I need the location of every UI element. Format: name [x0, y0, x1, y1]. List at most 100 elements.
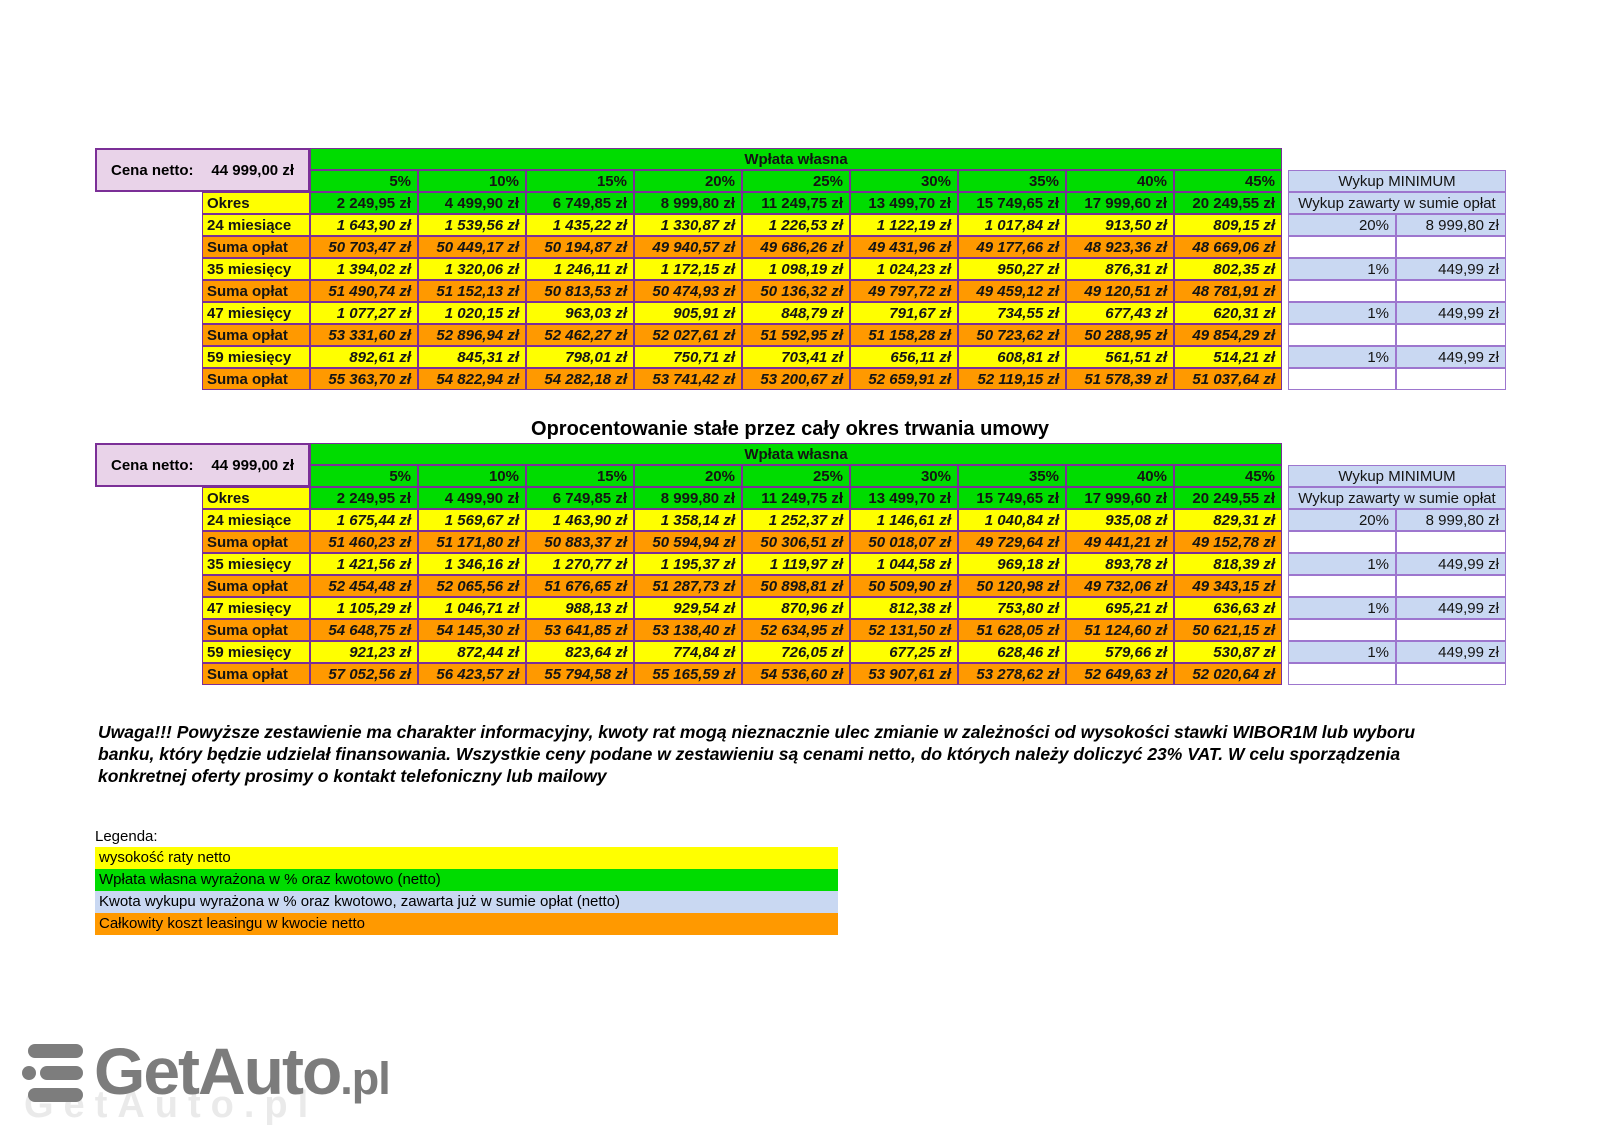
- wykup-amount-cell: 8 999,80 zł: [1396, 214, 1506, 236]
- sum-value-cell: 55 363,70 zł: [310, 368, 418, 390]
- rate-value-cell: 1 105,29 zł: [310, 597, 418, 619]
- rates-grid: Wpłata własna5%10%15%20%25%30%35%40%45%O…: [202, 443, 1282, 685]
- okres-value-cell: 4 499,90 zł: [418, 192, 526, 214]
- sum-value-cell: 50 449,17 zł: [418, 236, 526, 258]
- legend-item-totalcost: Całkowity koszt leasingu w kwocie netto: [95, 913, 838, 935]
- rate-value-cell: 969,18 zł: [958, 553, 1066, 575]
- rate-value-cell: 1 246,11 zł: [526, 258, 634, 280]
- row-label: 24 miesiące: [202, 509, 310, 531]
- rate-value-cell: 893,78 zł: [1066, 553, 1174, 575]
- percent-header-cell: 10%: [418, 465, 526, 487]
- sum-value-cell: 49 177,66 zł: [958, 236, 1066, 258]
- sum-value-cell: 53 641,85 zł: [526, 619, 634, 641]
- rate-value-cell: 1 172,15 zł: [634, 258, 742, 280]
- rate-value-cell: 734,55 zł: [958, 302, 1066, 324]
- percent-header-cell: 40%: [1066, 170, 1174, 192]
- wykup-pct-cell: 1%: [1288, 553, 1396, 575]
- fixed-rate-title: Oprocentowanie stałe przez cały okres tr…: [0, 418, 1580, 441]
- wykup-pct-cell: 1%: [1288, 641, 1396, 663]
- row-label: Suma opłat: [202, 663, 310, 685]
- percent-header-cell: 35%: [958, 170, 1066, 192]
- rate-value-cell: 1 330,87 zł: [634, 214, 742, 236]
- leasing-offer-page: Cena netto: 44 999,00 zł Wpłata własna5%…: [0, 0, 1600, 1131]
- okres-value-cell: 4 499,90 zł: [418, 487, 526, 509]
- sum-value-cell: 56 423,57 zł: [418, 663, 526, 685]
- rate-value-cell: 1 358,14 zł: [634, 509, 742, 531]
- sum-value-cell: 50 703,47 zł: [310, 236, 418, 258]
- disclaimer-note: Uwaga!!! Powyższe zestawienie ma charakt…: [98, 721, 1473, 787]
- wykup-pct-cell: [1288, 663, 1396, 685]
- rate-value-cell: 1 017,84 zł: [958, 214, 1066, 236]
- rate-value-cell: 677,43 zł: [1066, 302, 1174, 324]
- sum-value-cell: 49 729,64 zł: [958, 531, 1066, 553]
- wykup-amount-cell: [1396, 619, 1506, 641]
- sum-value-cell: 53 907,61 zł: [850, 663, 958, 685]
- sum-value-cell: 50 474,93 zł: [634, 280, 742, 302]
- wykup-amount-cell: 449,99 zł: [1396, 597, 1506, 619]
- rate-value-cell: 876,31 zł: [1066, 258, 1174, 280]
- rate-value-cell: 703,41 zł: [742, 346, 850, 368]
- sum-value-cell: 51 158,28 zł: [850, 324, 958, 346]
- sum-value-cell: 52 634,95 zł: [742, 619, 850, 641]
- getauto-list-icon: [22, 1028, 84, 1102]
- rate-value-cell: 608,81 zł: [958, 346, 1066, 368]
- okres-value-cell: 17 999,60 zł: [1066, 192, 1174, 214]
- sum-value-cell: 53 200,67 zł: [742, 368, 850, 390]
- rate-value-cell: 818,39 zł: [1174, 553, 1282, 575]
- rate-value-cell: 823,64 zł: [526, 641, 634, 663]
- rate-value-cell: 1 346,16 zł: [418, 553, 526, 575]
- wykup-amount-cell: [1396, 663, 1506, 685]
- rate-value-cell: 726,05 zł: [742, 641, 850, 663]
- sum-value-cell: 50 120,98 zł: [958, 575, 1066, 597]
- wykup-subtitle: Wykup zawarty w sumie opłat: [1288, 487, 1506, 509]
- legend-title: Legenda:: [95, 826, 838, 847]
- percent-header-cell: 40%: [1066, 465, 1174, 487]
- rate-value-cell: 1 195,37 zł: [634, 553, 742, 575]
- percent-header-cell: 35%: [958, 465, 1066, 487]
- rate-value-cell: 695,21 zł: [1066, 597, 1174, 619]
- rate-value-cell: 1 044,58 zł: [850, 553, 958, 575]
- sum-value-cell: 50 018,07 zł: [850, 531, 958, 553]
- rate-value-cell: 561,51 zł: [1066, 346, 1174, 368]
- rate-value-cell: 1 675,44 zł: [310, 509, 418, 531]
- rate-value-cell: 750,71 zł: [634, 346, 742, 368]
- sum-value-cell: 49 120,51 zł: [1066, 280, 1174, 302]
- percent-header-cell: 10%: [418, 170, 526, 192]
- rate-value-cell: 620,31 zł: [1174, 302, 1282, 324]
- cena-netto-box: Cena netto: 44 999,00 zł: [95, 148, 310, 192]
- wykup-amount-cell: 449,99 zł: [1396, 553, 1506, 575]
- rate-value-cell: 1 146,61 zł: [850, 509, 958, 531]
- wykup-amount-cell: [1396, 575, 1506, 597]
- wykup-amount-cell: [1396, 236, 1506, 258]
- rate-value-cell: 1 098,19 zł: [742, 258, 850, 280]
- sum-value-cell: 49 686,26 zł: [742, 236, 850, 258]
- rate-value-cell: 845,31 zł: [418, 346, 526, 368]
- rate-value-cell: 950,27 zł: [958, 258, 1066, 280]
- wykup-amount-cell: [1396, 531, 1506, 553]
- wykup-amount-cell: 449,99 zł: [1396, 346, 1506, 368]
- row-label: 59 miesięcy: [202, 346, 310, 368]
- sum-value-cell: 52 131,50 zł: [850, 619, 958, 641]
- sum-value-cell: 53 278,62 zł: [958, 663, 1066, 685]
- wykup-pct-cell: [1288, 236, 1396, 258]
- sum-value-cell: 52 065,56 zł: [418, 575, 526, 597]
- wykup-pct-cell: [1288, 575, 1396, 597]
- row-label: Suma opłat: [202, 619, 310, 641]
- sum-value-cell: 49 459,12 zł: [958, 280, 1066, 302]
- rate-value-cell: 802,35 zł: [1174, 258, 1282, 280]
- sum-value-cell: 49 854,29 zł: [1174, 324, 1282, 346]
- rate-value-cell: 1 643,90 zł: [310, 214, 418, 236]
- sum-value-cell: 52 027,61 zł: [634, 324, 742, 346]
- percent-header-cell: 15%: [526, 465, 634, 487]
- rate-value-cell: 774,84 zł: [634, 641, 742, 663]
- row-label: 35 miesięcy: [202, 553, 310, 575]
- legend: Legenda: wysokość raty netto Wpłata włas…: [95, 826, 838, 935]
- rate-value-cell: 1 252,37 zł: [742, 509, 850, 531]
- percent-header-cell: 5%: [310, 170, 418, 192]
- rate-value-cell: 791,67 zł: [850, 302, 958, 324]
- sum-value-cell: 51 592,95 zł: [742, 324, 850, 346]
- rate-value-cell: 514,21 zł: [1174, 346, 1282, 368]
- sum-value-cell: 54 536,60 zł: [742, 663, 850, 685]
- rate-value-cell: 1 270,77 zł: [526, 553, 634, 575]
- sum-value-cell: 54 282,18 zł: [526, 368, 634, 390]
